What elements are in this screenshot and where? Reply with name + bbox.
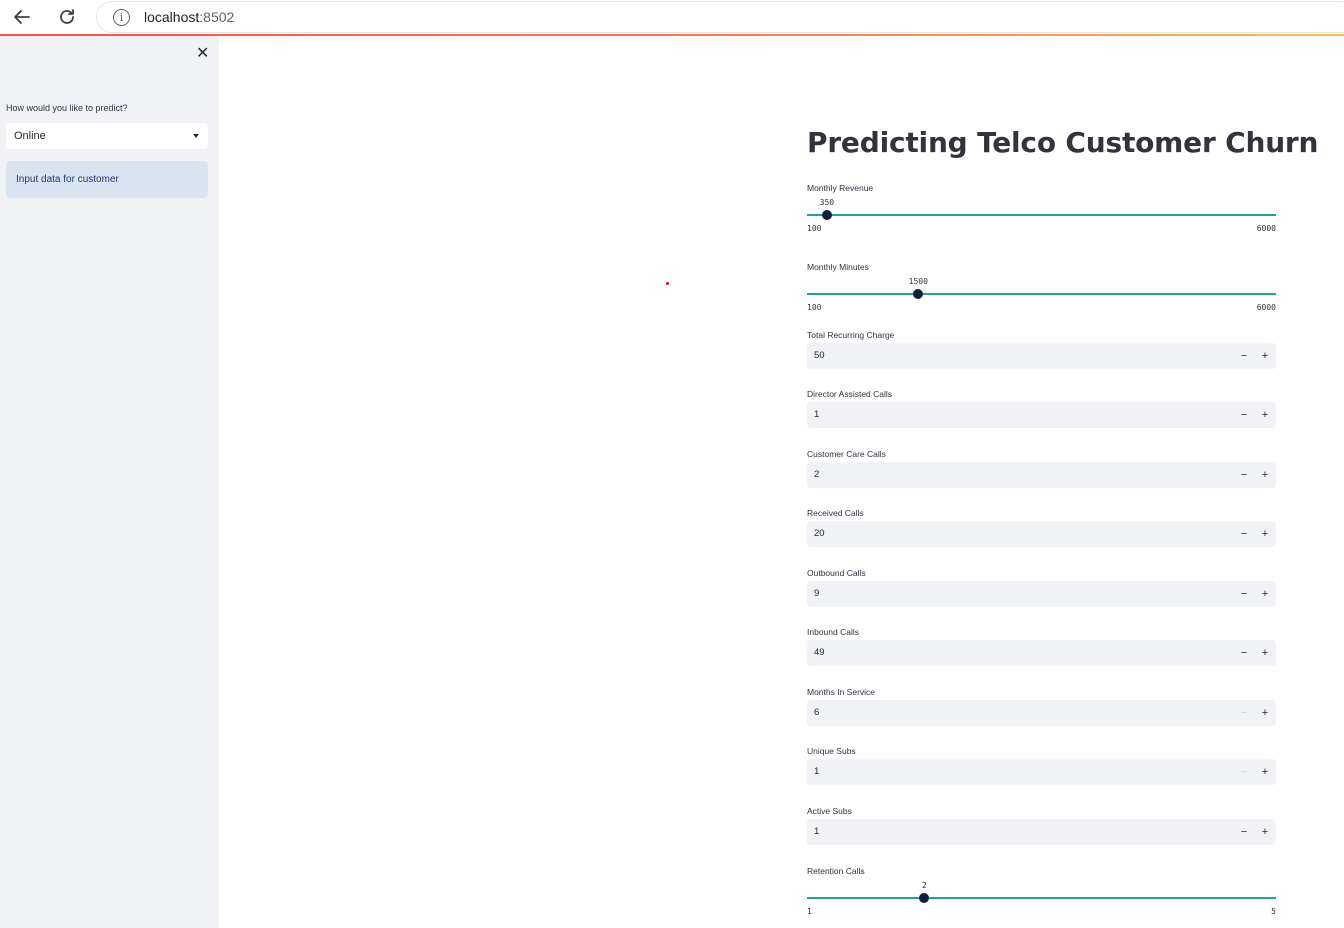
slider-track[interactable]: [807, 214, 1276, 216]
plus-icon[interactable]: +: [1255, 819, 1275, 845]
plus-icon[interactable]: +: [1255, 521, 1275, 547]
url-text: localhost:8502: [144, 9, 235, 25]
director-assisted-calls-label: Director Assisted Calls: [807, 389, 893, 399]
slider-track[interactable]: [807, 293, 1276, 295]
active-subs-label: Active Subs: [807, 806, 852, 816]
monthly-minutes-label: Monthly Minutes: [807, 262, 869, 272]
monthly-minutes-slider[interactable]: 1500 100 6000: [807, 277, 1276, 317]
monthly-revenue-label: Monthly Revenue: [807, 183, 874, 193]
minus-icon[interactable]: −: [1234, 402, 1254, 428]
slider-thumb[interactable]: [913, 289, 924, 299]
slider-track[interactable]: [807, 897, 1276, 899]
minus-icon[interactable]: −: [1234, 581, 1254, 607]
minus-icon[interactable]: −: [1234, 343, 1254, 369]
plus-icon[interactable]: +: [1255, 343, 1275, 369]
inbound-calls-field[interactable]: [814, 640, 1214, 666]
slider-min: 1: [807, 907, 812, 916]
unique-subs-number-input: −+: [807, 759, 1276, 785]
retention-calls-slider[interactable]: 2 1 5: [807, 881, 1276, 921]
minus-icon[interactable]: −: [1234, 700, 1254, 726]
retention-calls-label: Retention Calls: [807, 866, 865, 876]
slider-max: 6000: [1256, 224, 1276, 233]
predict-mode-label: How would you like to predict?: [6, 103, 128, 113]
customer-care-calls-number-input: −+: [807, 462, 1276, 488]
predict-mode-select[interactable]: Online: [6, 123, 208, 149]
sidebar: ✕ How would you like to predict? Online …: [0, 36, 219, 928]
received-calls-field[interactable]: [814, 521, 1214, 547]
inbound-calls-number-input: −+: [807, 640, 1276, 666]
slider-min: 100: [807, 303, 822, 312]
minus-icon[interactable]: −: [1234, 521, 1254, 547]
received-calls-label: Received Calls: [807, 508, 864, 518]
info-icon[interactable]: i: [113, 8, 130, 26]
customer-care-calls-field[interactable]: [814, 462, 1214, 488]
minus-icon[interactable]: −: [1234, 640, 1254, 666]
months-in-service-label: Months In Service: [807, 687, 876, 697]
slider-max: 5: [1271, 907, 1276, 916]
outbound-calls-label: Outbound Calls: [807, 568, 866, 578]
inbound-calls-label: Inbound Calls: [807, 627, 859, 637]
plus-icon[interactable]: +: [1255, 759, 1275, 785]
minus-icon[interactable]: −: [1234, 759, 1254, 785]
slider-thumb[interactable]: [821, 210, 832, 220]
address-bar[interactable]: i localhost:8502: [96, 1, 1344, 33]
minus-icon[interactable]: −: [1234, 819, 1254, 845]
page-title: Predicting Telco Customer Churn: [807, 126, 1319, 159]
slider-value: 2: [921, 881, 927, 890]
minus-icon[interactable]: −: [1234, 462, 1254, 488]
info-message: Input data for customer: [6, 161, 208, 198]
received-calls-number-input: −+: [807, 521, 1276, 547]
back-arrow-icon[interactable]: [9, 4, 35, 30]
reload-icon[interactable]: [54, 4, 80, 30]
outbound-calls-number-input: −+: [807, 581, 1276, 607]
slider-thumb[interactable]: [919, 893, 930, 903]
browser-toolbar: i localhost:8502: [0, 0, 1344, 34]
plus-icon[interactable]: +: [1255, 462, 1275, 488]
outbound-calls-field[interactable]: [814, 581, 1214, 607]
slider-min: 100: [807, 224, 822, 233]
total-recurring-charge-label: Total Recurring Charge: [807, 330, 895, 340]
unique-subs-field[interactable]: [814, 759, 1214, 785]
predict-mode-value: Online: [14, 130, 46, 142]
plus-icon[interactable]: +: [1255, 581, 1275, 607]
director-assisted-calls-field[interactable]: [814, 402, 1214, 428]
months-in-service-number-input: −+: [807, 700, 1276, 726]
active-subs-number-input: −+: [807, 819, 1276, 845]
close-icon[interactable]: ✕: [196, 46, 209, 62]
slider-value: 350: [819, 198, 835, 207]
total-recurring-charge-field[interactable]: [814, 343, 1214, 369]
director-assisted-calls-number-input: −+: [807, 402, 1276, 428]
chevron-down-icon: [193, 134, 199, 138]
slider-value: 1500: [908, 277, 928, 286]
months-in-service-field[interactable]: [814, 700, 1214, 726]
plus-icon[interactable]: +: [1255, 640, 1275, 666]
plus-icon[interactable]: +: [1255, 700, 1275, 726]
plus-icon[interactable]: +: [1255, 402, 1275, 428]
unique-subs-label: Unique Subs: [807, 746, 856, 756]
monthly-revenue-slider[interactable]: 350 100 6000: [807, 198, 1276, 238]
red-dot: [666, 282, 669, 285]
customer-care-calls-label: Customer Care Calls: [807, 449, 886, 459]
total-recurring-charge-number-input: −+: [807, 343, 1276, 369]
slider-max: 6000: [1256, 303, 1276, 312]
active-subs-field[interactable]: [814, 819, 1214, 845]
